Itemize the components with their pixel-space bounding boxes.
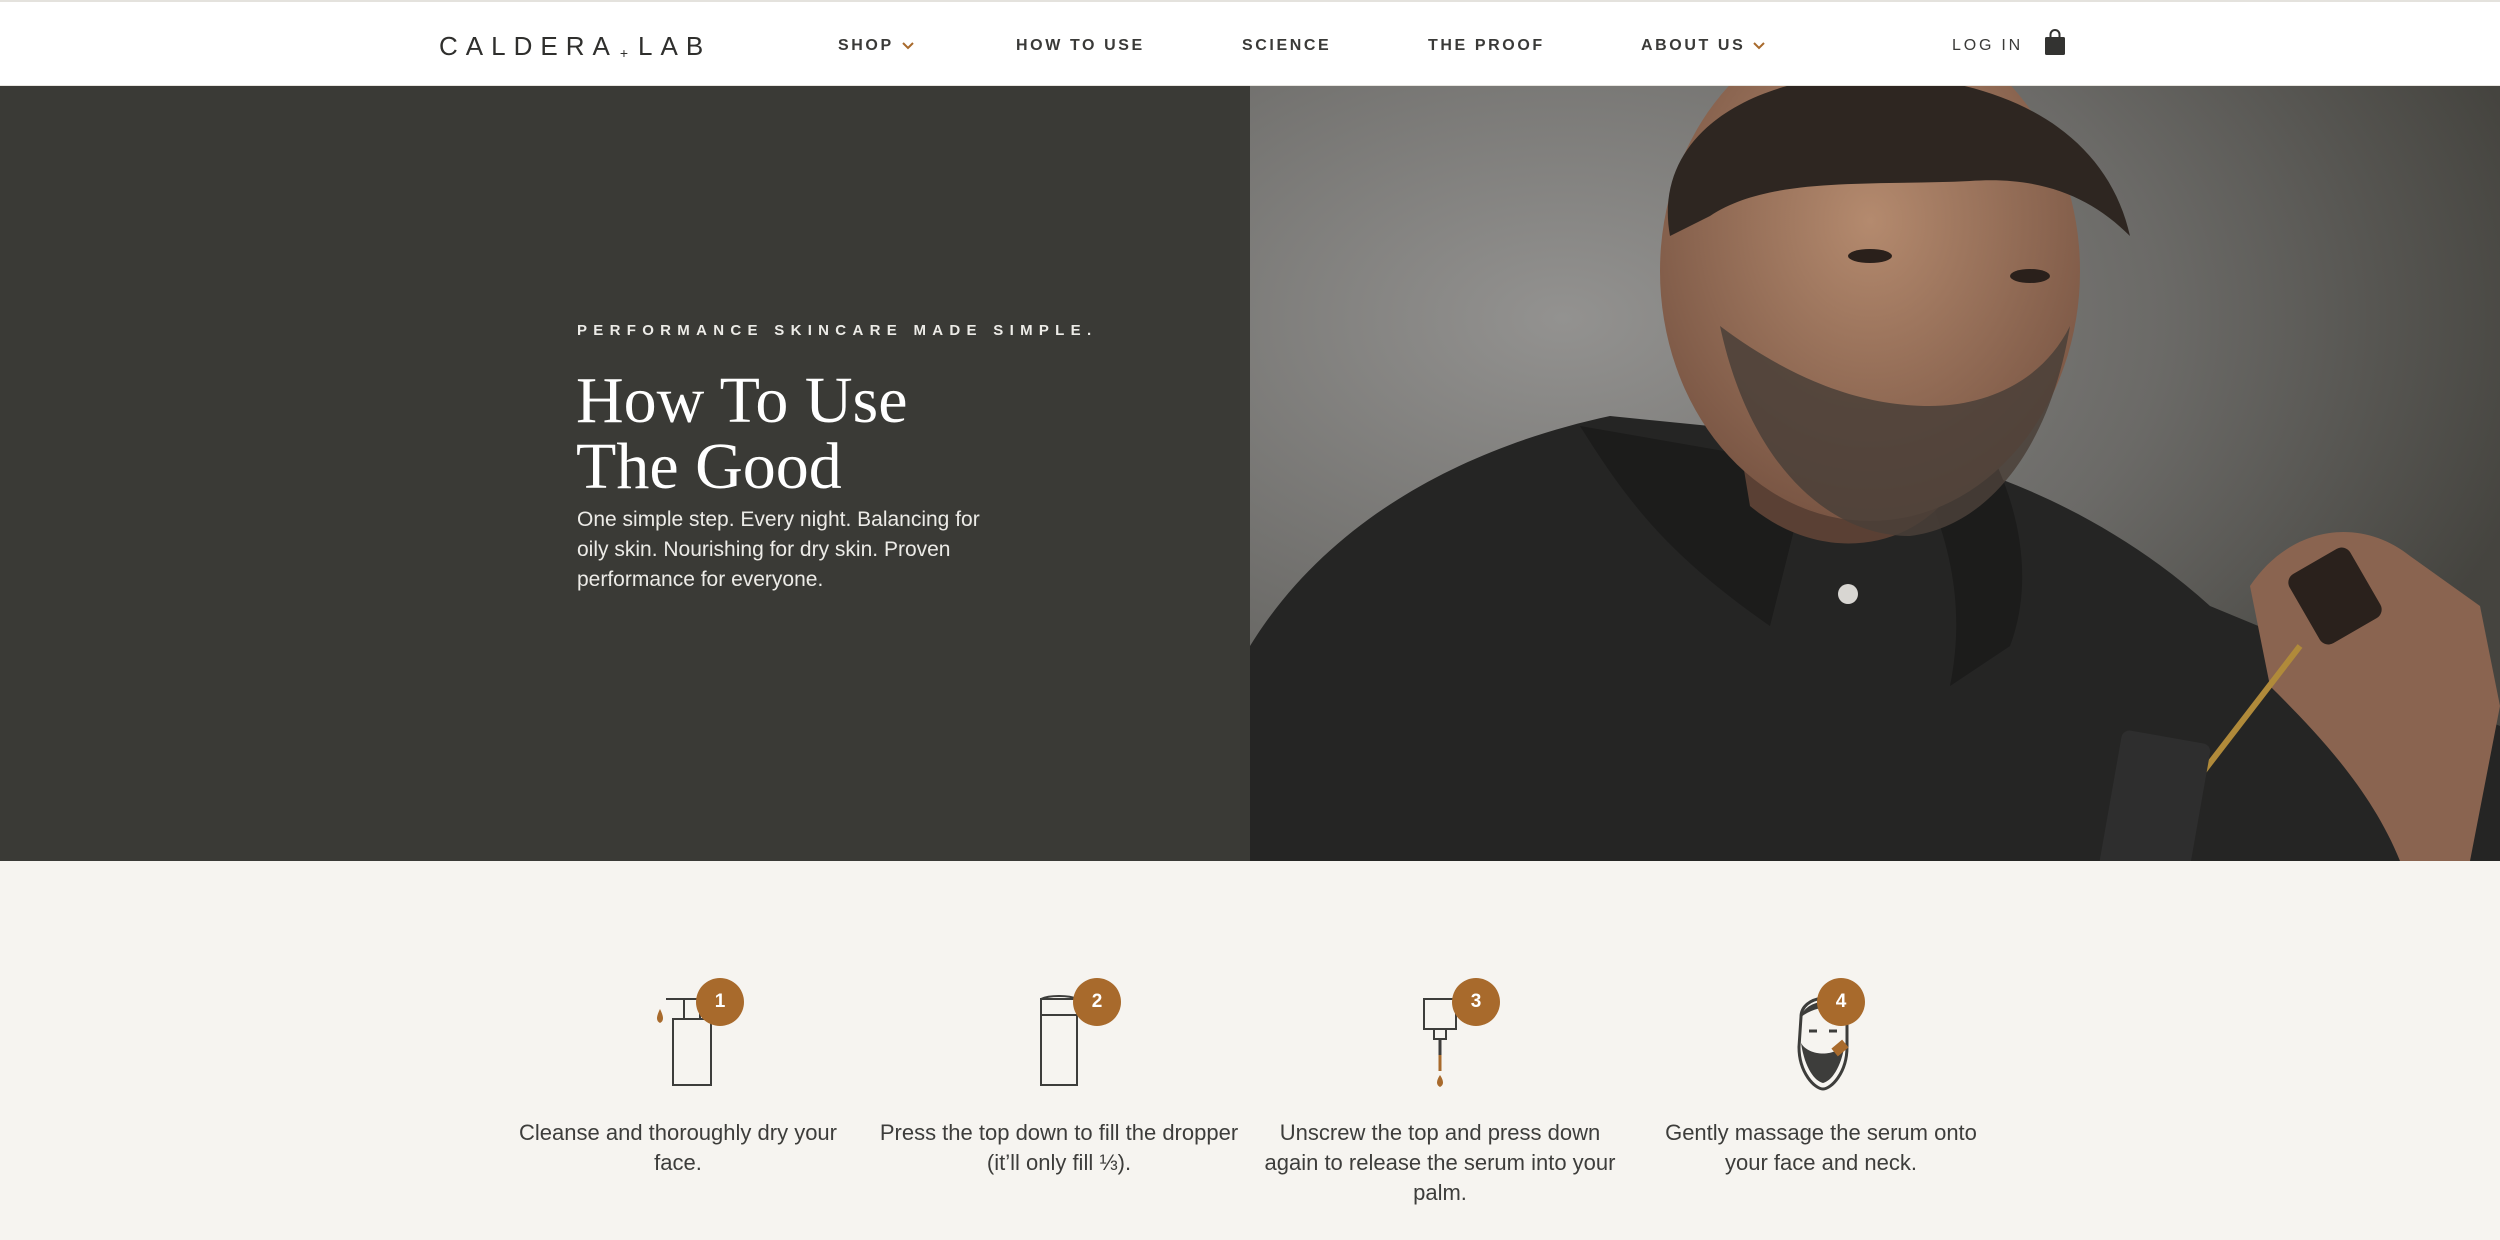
site-header: CALDERA + LAB SHOP HOW TO USE SCIENCE TH… bbox=[0, 0, 2500, 86]
step-2: 2 Press the top down to fill the dropper… bbox=[879, 861, 1239, 1240]
step-1-text: Cleanse and thoroughly dry your face. bbox=[519, 1120, 837, 1175]
nav-how-to-use[interactable]: HOW TO USE bbox=[1016, 32, 1145, 60]
nav-science-label: SCIENCE bbox=[1242, 37, 1332, 54]
step-2-text: Press the top down to fill the dropper (… bbox=[879, 1120, 1239, 1175]
nav-science[interactable]: SCIENCE bbox=[1242, 32, 1331, 60]
step-4: 4 Gently massage the serum onto your fac… bbox=[1641, 861, 2001, 1240]
brand-logo[interactable]: CALDERA + LAB bbox=[439, 26, 711, 66]
nav-how-to-use-label: HOW TO USE bbox=[1016, 37, 1145, 54]
step-2-number-badge: 2 bbox=[1073, 978, 1121, 1026]
logo-text-caldera: CALDERA bbox=[439, 30, 618, 61]
how-to-steps: 1 Cleanse and thoroughly dry your face. … bbox=[0, 861, 2500, 1240]
shopping-bag-icon[interactable] bbox=[2044, 28, 2066, 56]
chevron-down-icon bbox=[902, 42, 914, 50]
step-1-number-badge: 1 bbox=[696, 978, 744, 1026]
nav-the-proof[interactable]: THE PROOF bbox=[1428, 32, 1545, 60]
nav-about-us-label: ABOUT US bbox=[1641, 37, 1746, 54]
hero-description: One simple step. Every night. Balancing … bbox=[577, 508, 980, 591]
step-3-number-badge: 3 bbox=[1452, 978, 1500, 1026]
page-title: How To Use The Good bbox=[576, 368, 1136, 500]
page-title-line-1: How To Use bbox=[576, 364, 908, 437]
nav-shop-label: SHOP bbox=[838, 37, 894, 54]
login-link[interactable]: LOG IN bbox=[1952, 32, 2023, 60]
step-4-text: Gently massage the serum onto your face … bbox=[1665, 1120, 1977, 1175]
chevron-down-icon bbox=[1753, 42, 1766, 50]
man-holding-serum-illustration bbox=[1250, 86, 2500, 861]
step-1: 1 Cleanse and thoroughly dry your face. bbox=[498, 861, 858, 1240]
logo-text-lab: LAB bbox=[638, 30, 712, 61]
nav-about-us[interactable]: ABOUT US bbox=[1641, 32, 1767, 60]
page-title-line-2: The Good bbox=[576, 430, 842, 503]
step-4-number-badge: 4 bbox=[1817, 978, 1865, 1026]
hero-photo bbox=[1250, 86, 2500, 861]
step-3-text: Unscrew the top and press down again to … bbox=[1264, 1120, 1616, 1205]
nav-the-proof-label: THE PROOF bbox=[1428, 37, 1545, 54]
login-label: LOG IN bbox=[1952, 37, 2024, 54]
step-3: 3 Unscrew the top and press down again t… bbox=[1260, 861, 1620, 1240]
hero-eyebrow: PERFORMANCE SKINCARE MADE SIMPLE. bbox=[577, 322, 1098, 339]
nav-shop[interactable]: SHOP bbox=[838, 32, 916, 60]
logo-plus: + bbox=[619, 45, 629, 61]
